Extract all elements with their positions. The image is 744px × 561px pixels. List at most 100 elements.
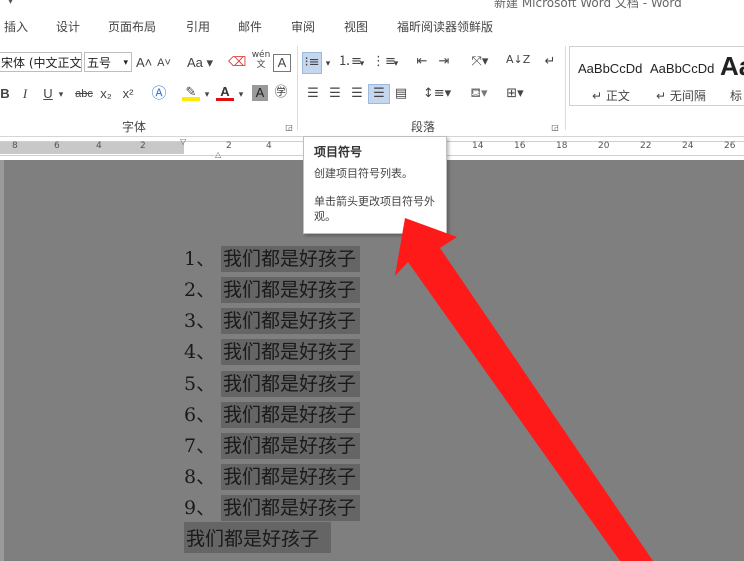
- paragraph-dialog-launcher-icon[interactable]: ◲: [550, 120, 560, 136]
- justify-icon[interactable]: ☰: [368, 84, 390, 104]
- tooltip-description: 创建项目符号列表。: [314, 167, 413, 180]
- style-sample: Aa: [720, 51, 744, 81]
- numbering-icon[interactable]: ⒈≡: [338, 54, 362, 70]
- show-marks-icon[interactable]: ↵: [542, 54, 558, 70]
- align-center-icon[interactable]: ☰: [326, 86, 344, 102]
- phonetic-guide-button[interactable]: wén 文: [250, 50, 272, 70]
- font-color-button[interactable]: A: [216, 85, 234, 101]
- chevron-down-icon[interactable]: ▾: [391, 56, 401, 72]
- subscript-button[interactable]: x₂: [98, 86, 114, 102]
- title-bar: ▾ 新建 Microsoft Word 文档 - Word: [0, 0, 744, 10]
- style-name: ↵ 正文: [592, 89, 630, 103]
- chevron-down-icon[interactable]: ▾: [56, 87, 66, 103]
- tooltip-hint: 单击箭头更改项目符号外观。: [314, 195, 435, 223]
- style-name: 标: [730, 89, 743, 103]
- borders-icon[interactable]: ⊞▾: [500, 86, 530, 102]
- chevron-down-icon[interactable]: ▾: [236, 87, 246, 103]
- tab-page-layout[interactable]: 页面布局: [108, 18, 156, 35]
- highlight-icon[interactable]: ✎: [182, 85, 200, 101]
- paragraph-group-label: 段落: [411, 120, 436, 134]
- grow-font-button[interactable]: A˄: [136, 55, 152, 71]
- bullets-tooltip: 项目符号 创建项目符号列表。 单击箭头更改项目符号外观。: [303, 136, 447, 234]
- font-group-label: 字体: [122, 120, 147, 134]
- chevron-down-icon: ▾: [123, 58, 128, 68]
- chevron-down-icon[interactable]: ▾: [323, 56, 333, 72]
- clear-format-icon[interactable]: ⌫: [228, 55, 246, 71]
- list-item[interactable]: 7、 我们都是好孩子: [184, 431, 361, 459]
- chevron-down-icon[interactable]: ▾: [357, 56, 367, 72]
- change-case-button[interactable]: Aa ▾: [184, 55, 216, 71]
- first-line-indent-marker[interactable]: ▽: [180, 137, 186, 146]
- styles-gallery: AaBbCcDd ↵ 正文 AaBbCcDd ↵ 无间隔 Aa 标: [569, 46, 744, 106]
- tab-design[interactable]: 设计: [56, 18, 80, 35]
- font-dialog-launcher-icon[interactable]: ◲: [284, 120, 294, 136]
- shading-icon[interactable]: ⛾▾: [464, 86, 494, 102]
- line-spacing-icon[interactable]: ↕≡▾: [422, 86, 452, 102]
- sort-icon[interactable]: A↓Z: [506, 52, 530, 68]
- style-sample: AaBbCcDd: [650, 61, 715, 76]
- chevron-down-icon[interactable]: ▾: [202, 87, 212, 103]
- superscript-button[interactable]: x²: [120, 86, 136, 102]
- underline-button[interactable]: U: [42, 86, 54, 102]
- ruler-number: 4: [96, 141, 102, 151]
- list-item[interactable]: 8、 我们都是好孩子: [184, 462, 361, 490]
- char-border-button[interactable]: A: [273, 54, 291, 72]
- shrink-font-button[interactable]: A˅: [156, 55, 172, 71]
- distributed-icon[interactable]: ▤: [392, 86, 410, 102]
- list-item[interactable]: 2、 我们都是好孩子: [184, 275, 361, 303]
- page-edge: [0, 160, 4, 561]
- ruler-number: 14: [472, 141, 484, 151]
- list-item[interactable]: 1、 我们都是好孩子: [184, 244, 361, 272]
- ruler-number: 2: [140, 141, 146, 151]
- ruler-number: 26: [724, 141, 736, 151]
- ribbon: 宋体 (中文正文 五号 ▾ A˄ A˅ Aa ▾ ⌫ wén 文 A B I U ▾…: [0, 40, 744, 137]
- tab-mailings[interactable]: 邮件: [238, 18, 262, 35]
- font-size-value: 五号: [87, 56, 112, 70]
- ribbon-tabs: 插入 设计 页面布局 引用 邮件 审阅 视图 福昕阅读器领鲜版: [0, 10, 744, 40]
- style-sample: AaBbCcDd: [578, 61, 643, 76]
- ruler-number: 24: [682, 141, 694, 151]
- bullets-icon[interactable]: ⁝≡: [302, 52, 322, 74]
- ruler-margin: [0, 142, 184, 154]
- ruler-number: 18: [556, 141, 568, 151]
- font-name-select[interactable]: 宋体 (中文正文: [0, 52, 82, 72]
- ruler-number: 22: [640, 141, 652, 151]
- align-left-icon[interactable]: ☰: [304, 86, 322, 102]
- tab-foxit-reader[interactable]: 福昕阅读器领鲜版: [397, 18, 493, 35]
- decrease-indent-icon[interactable]: ⇤: [412, 54, 432, 70]
- align-right-icon[interactable]: ☰: [348, 86, 366, 102]
- tab-review[interactable]: 审阅: [291, 18, 315, 35]
- group-divider: [297, 46, 298, 130]
- quick-access-dropdown[interactable]: ▾: [8, 0, 13, 7]
- window-title: 新建 Microsoft Word 文档 - Word: [494, 0, 682, 10]
- tab-references[interactable]: 引用: [186, 18, 210, 35]
- enclose-char-icon[interactable]: ㊫: [272, 85, 290, 101]
- list-item[interactable]: 4、 我们都是好孩子: [184, 337, 361, 365]
- list-item[interactable]: 5、 我们都是好孩子: [184, 369, 361, 397]
- tab-view[interactable]: 视图: [344, 18, 368, 35]
- italic-button[interactable]: I: [20, 86, 30, 102]
- ruler-number: 2: [226, 141, 232, 151]
- tab-insert[interactable]: 插入: [4, 18, 28, 35]
- chinese-layout-icon[interactable]: ⤧▾: [468, 54, 492, 70]
- ruler-number: 20: [598, 141, 610, 151]
- hanging-indent-marker[interactable]: △: [215, 150, 221, 159]
- increase-indent-icon[interactable]: ⇥: [434, 54, 454, 70]
- ruler-number: 16: [514, 141, 526, 151]
- font-size-select[interactable]: 五号 ▾: [84, 52, 132, 72]
- style-name: ↵ 无间隔: [656, 89, 706, 103]
- ruler-number: 4: [266, 141, 272, 151]
- bold-button[interactable]: B: [0, 86, 10, 102]
- tooltip-title: 项目符号: [314, 145, 363, 159]
- ruler-number: 6: [54, 141, 60, 151]
- font-name-value: 宋体 (中文正文: [1, 56, 82, 70]
- ruler-number: 8: [12, 141, 18, 151]
- list-item[interactable]: 9、 我们都是好孩子: [184, 493, 361, 521]
- plain-paragraph[interactable]: 我们都是好孩子: [184, 522, 332, 553]
- strikethrough-button[interactable]: abc: [74, 86, 94, 102]
- char-shading-icon[interactable]: A: [252, 85, 268, 101]
- list-item[interactable]: 3、 我们都是好孩子: [184, 306, 361, 334]
- list-item[interactable]: 6、 我们都是好孩子: [184, 400, 361, 428]
- text-effects-icon[interactable]: Ⓐ: [150, 85, 168, 101]
- multilevel-list-icon[interactable]: ⋮≡: [372, 54, 396, 70]
